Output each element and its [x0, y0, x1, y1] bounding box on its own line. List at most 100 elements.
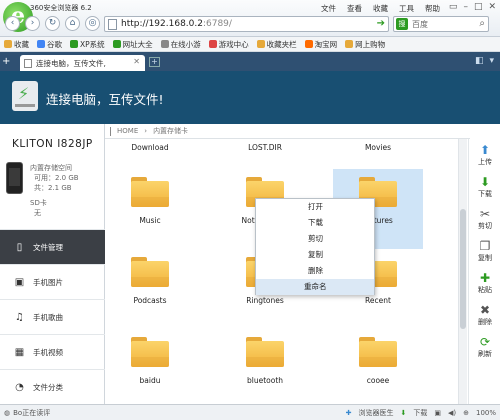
back-button[interactable]: ‹ [5, 16, 20, 31]
maximize-button[interactable]: □ [474, 2, 483, 12]
device-icon [6, 162, 23, 194]
sidebar-item-2[interactable]: ▣ 手机图片 [0, 264, 105, 299]
menu-help[interactable]: 帮助 [425, 3, 440, 14]
device-screen [9, 168, 20, 186]
page-icon [24, 59, 32, 68]
new-tab-button[interactable]: + [149, 57, 160, 67]
upload-button[interactable]: ⬆ 上传 [469, 143, 500, 167]
favorite-link[interactable]: 网上购物 [345, 39, 385, 50]
sidebar-item-4[interactable]: ▦ 手机视频 [0, 334, 105, 369]
shield-icon[interactable]: ◎ [85, 16, 100, 31]
address-port: :6789/ [202, 19, 232, 29]
favorite-label: 淘宝网 [314, 39, 338, 49]
copy-button[interactable]: ❐ 复制 [469, 239, 500, 263]
zoom-icon[interactable]: ⊕ [463, 409, 469, 417]
folder-item[interactable]: Music [105, 169, 195, 249]
favorite-link[interactable]: XP系统 [70, 39, 105, 50]
address-text[interactable]: http://192.168.0.2:6789/ [121, 19, 232, 29]
folder-name[interactable]: Movies [333, 143, 423, 152]
search-box[interactable]: 搜 百度 ⌕ [393, 16, 489, 32]
folder-name: Ringtones [246, 296, 284, 305]
skin-button[interactable]: ▭ [449, 2, 458, 12]
forward-button[interactable]: › [25, 16, 40, 31]
folder-name[interactable]: Download [105, 143, 195, 152]
favorite-link[interactable]: 收藏夹栏 [256, 39, 297, 50]
tab-list-icon[interactable]: ◧ [475, 56, 484, 66]
context-menu-item[interactable]: 剪切 [256, 231, 374, 247]
tab-active[interactable]: 连接电脑，互传文件, ✕ [20, 55, 145, 71]
context-menu-item[interactable]: 打开 [256, 199, 374, 215]
breadcrumb-current[interactable]: 内置存储卡 [153, 126, 188, 136]
context-menu-item[interactable]: 下载 [256, 215, 374, 231]
favorite-link[interactable]: 网址大全 [112, 39, 153, 50]
breadcrumb-separator: › [144, 127, 148, 135]
paste-button[interactable]: ✚ 粘贴 [469, 271, 500, 295]
scrollbar-thumb[interactable] [460, 209, 466, 329]
folder-name: bluetooth [246, 376, 284, 385]
folder-item[interactable]: baidu [105, 329, 195, 409]
refresh-button[interactable]: ↻ [45, 16, 60, 31]
download-icon: ⬇ [400, 409, 407, 417]
toolbar-label: 删除 [478, 318, 492, 326]
search-engine-icon[interactable]: 搜 [396, 18, 408, 30]
doctor-icon: ✚ [345, 409, 352, 417]
context-menu-item[interactable]: 重命名 [256, 279, 374, 295]
sidebar-item-label: 手机图片 [33, 277, 63, 287]
download-button[interactable]: ⬇ 下载 [469, 175, 500, 199]
video-icon: ▦ [14, 346, 25, 358]
folder-item[interactable]: cooee [333, 329, 423, 409]
tab-dropdown-icon[interactable]: ▾ [489, 56, 494, 66]
home-button[interactable]: ⌂ [65, 16, 80, 31]
sidebar-item-3[interactable]: ♫ 手机歌曲 [0, 299, 105, 334]
menu-tools[interactable]: 工具 [399, 3, 414, 14]
minimize-button[interactable]: – [463, 2, 468, 12]
favorite-label: 网址大全 [122, 39, 153, 49]
close-window-button[interactable]: ✕ [488, 2, 496, 12]
sidebar-item-1[interactable]: ▯ 文件管理 [0, 229, 105, 264]
context-menu-item[interactable]: 删除 [256, 263, 374, 279]
favorite-link[interactable]: 在线小游 [160, 39, 201, 50]
menu-favorites[interactable]: 收藏 [373, 3, 388, 14]
favorite-link[interactable]: 游戏中心 [208, 39, 249, 50]
address-bar[interactable]: http://192.168.0.2:6789/ ➔ [104, 16, 389, 32]
tab-close-icon[interactable]: ✕ [133, 57, 140, 66]
folder-name[interactable]: LOST.DIR [220, 143, 310, 152]
favorites-bar: 收藏 谷歌 XP系统 网址大全 在线小游 游戏中心 收藏夹栏 淘宝网 网上购物 [0, 37, 500, 52]
window-controls: ▭ – □ ✕ [449, 2, 496, 12]
device-panel: KLITON I828JP 内置存储空间 可用：2.0 GB 共：2.1 GB … [0, 124, 105, 414]
sidebar-item-5[interactable]: ◔ 文件分类 [0, 369, 105, 404]
search-icon[interactable]: ⌕ [479, 18, 485, 29]
refresh-button[interactable]: ⟳ 刷新 [469, 335, 500, 359]
favorite-icon [256, 40, 265, 48]
page-icon [108, 19, 117, 30]
favorite-icon [304, 40, 313, 48]
menu-file[interactable]: 文件 [321, 3, 336, 14]
favorite-label: 收藏 [14, 39, 29, 49]
scissors-icon: ✂ [479, 207, 491, 221]
go-icon[interactable]: ➔ [377, 18, 385, 29]
download-button[interactable]: 下载 [413, 408, 427, 418]
toolbar-label: 粘贴 [478, 286, 492, 294]
speaker-icon[interactable]: ◀) [448, 409, 456, 417]
toolbar-label: 刷新 [478, 350, 492, 358]
menu-view[interactable]: 查看 [347, 3, 362, 14]
status-bar: ◍ Bo正在读评 ✚ 浏览器医生 ⬇ 下载 ▣ ◀) ⊕ 100% [0, 404, 500, 420]
zoom-level[interactable]: 100% [476, 409, 496, 417]
tab-menu-icon[interactable]: + [2, 56, 10, 67]
favorite-label: XP系统 [80, 39, 105, 49]
favorite-icon [70, 40, 78, 48]
delete-button[interactable]: ✖ 删除 [469, 303, 500, 327]
favorite-link[interactable]: 淘宝网 [304, 39, 338, 50]
favorite-link[interactable]: 收藏 [4, 39, 29, 50]
image-toggle-icon[interactable]: ▣ [434, 409, 441, 417]
folder-item[interactable]: Podcasts [105, 249, 195, 329]
folder-item[interactable]: bluetooth [220, 329, 310, 409]
favorite-link[interactable]: 谷歌 [37, 39, 62, 50]
context-menu-item[interactable]: 复制 [256, 247, 374, 263]
toolbar-label: 复制 [478, 254, 492, 262]
breadcrumb-home[interactable]: HOME [117, 127, 138, 135]
browser-doctor-button[interactable]: 浏览器医生 [358, 408, 393, 418]
scissors-button[interactable]: ✂ 剪切 [469, 207, 500, 231]
search-input[interactable]: 百度 [412, 19, 428, 30]
scrollbar[interactable] [458, 139, 467, 414]
